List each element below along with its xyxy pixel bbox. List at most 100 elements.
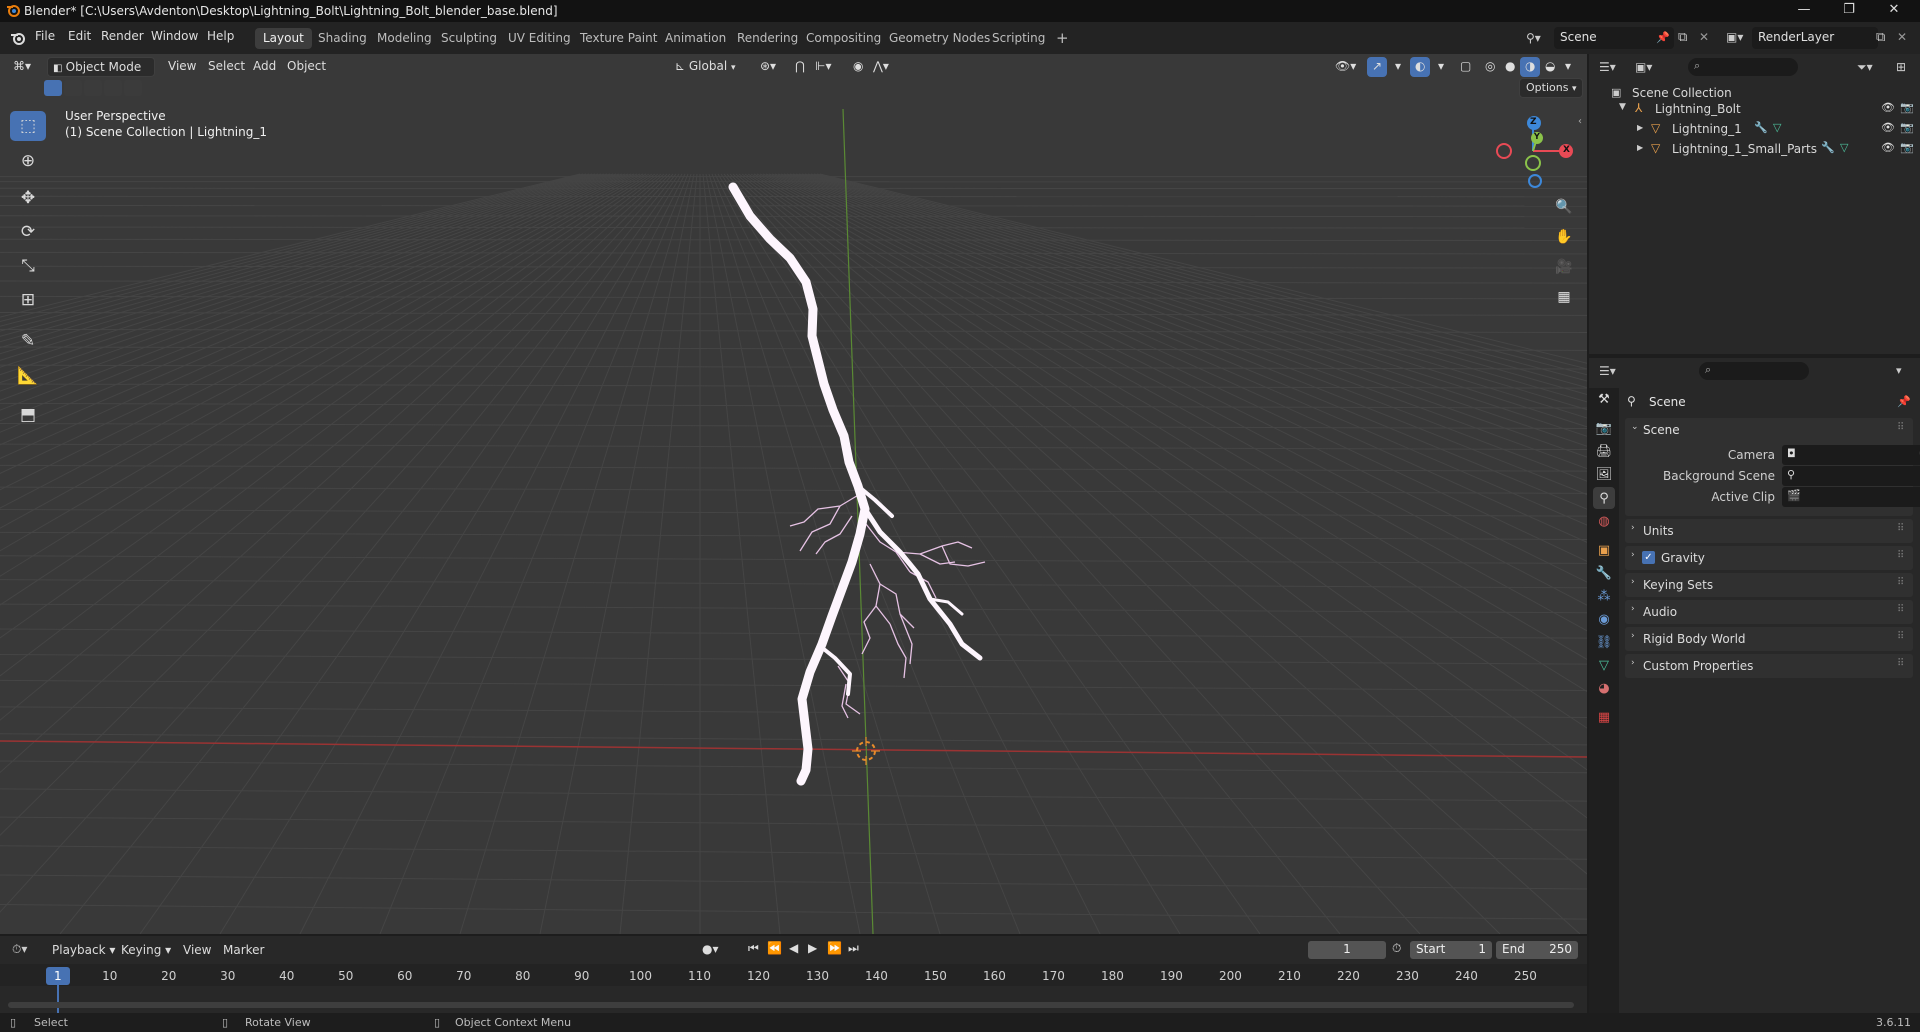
constraints-tab-icon[interactable]: ⛓ xyxy=(1593,631,1615,653)
select-subtract-icon[interactable] xyxy=(84,80,102,96)
tab-sculpting[interactable]: Sculpting xyxy=(433,28,505,49)
pin-scene-icon[interactable]: 📌 xyxy=(1656,31,1670,44)
gizmo-toggle-icon[interactable]: ↗ xyxy=(1367,57,1388,77)
filter-icon[interactable]: ⏷▾ xyxy=(1857,60,1873,75)
record-keyframe-icon[interactable]: ●▾ xyxy=(702,942,719,956)
properties-editor-type-icon[interactable]: ☰▾ xyxy=(1599,364,1616,378)
menu-edit[interactable]: Edit xyxy=(68,29,91,43)
chevron-down-icon[interactable]: ▾ xyxy=(1896,364,1902,377)
delete-renderlayer-icon[interactable]: ✕ xyxy=(1897,30,1907,44)
menu-playback[interactable]: Playback ▾ xyxy=(52,943,115,957)
transform-tool-icon[interactable]: ⊞ xyxy=(10,285,46,315)
proportional-falloff-icon[interactable]: ⋀▾ xyxy=(868,57,894,77)
camera-field[interactable]: ◘ ✒ xyxy=(1782,445,1920,465)
output-tab-icon[interactable]: 🖨 xyxy=(1593,440,1615,462)
keying-sets-panel-header[interactable]: › Keying Sets ⠿ xyxy=(1625,573,1913,597)
gizmo-x-label[interactable]: X xyxy=(1563,145,1570,155)
camera-view-icon[interactable]: 🎥 xyxy=(1551,254,1577,280)
menu-timeline-view[interactable]: View xyxy=(183,943,211,957)
timeline-scrollbar[interactable] xyxy=(8,1002,1574,1008)
renderlayer-selector[interactable]: RenderLayer xyxy=(1752,27,1878,49)
pin-icon[interactable]: 📌 xyxy=(1897,395,1911,408)
new-collection-icon[interactable]: ⊞ xyxy=(1896,60,1906,74)
play-reverse-icon[interactable]: ◀ xyxy=(789,941,798,955)
outliner-editor-type-icon[interactable]: ☰▾ xyxy=(1599,60,1616,74)
shading-wireframe-icon[interactable]: ◎ xyxy=(1480,57,1500,77)
gravity-panel-header[interactable]: › ✓ Gravity ⠿ xyxy=(1625,546,1913,570)
expand-down-icon[interactable]: ⌄ xyxy=(1631,422,1639,432)
tab-scripting[interactable]: Scripting xyxy=(984,28,1053,49)
drag-handle-icon[interactable]: ⠿ xyxy=(1897,631,1904,642)
add-cube-tool-icon[interactable]: ⬒ xyxy=(10,400,46,430)
menu-keying[interactable]: Keying ▾ xyxy=(121,943,171,957)
drag-handle-icon[interactable]: ⠿ xyxy=(1897,658,1904,669)
sidebar-toggle-icon[interactable]: ‹ xyxy=(1578,116,1582,127)
properties-search-input[interactable]: ⌕ xyxy=(1699,362,1809,380)
shading-material-icon[interactable]: ◑ xyxy=(1520,57,1541,77)
proportional-edit-icon[interactable]: ◉ xyxy=(848,57,868,77)
display-mode-icon[interactable]: ▣▾ xyxy=(1635,60,1652,74)
close-button[interactable]: ✕ xyxy=(1880,2,1908,17)
preview-range-icon[interactable]: ⏱ xyxy=(1392,941,1401,956)
select-extend-icon[interactable] xyxy=(64,80,82,96)
rigid-body-world-panel-header[interactable]: › Rigid Body World ⠿ xyxy=(1625,627,1913,651)
selectability-visibility-icon[interactable]: 👁▾ xyxy=(1330,57,1361,77)
renderlayer-type-icon[interactable]: ▣▾ xyxy=(1726,30,1743,44)
minimize-button[interactable]: — xyxy=(1790,2,1818,17)
tab-compositing[interactable]: Compositing xyxy=(798,28,889,49)
physics-tab-icon[interactable]: ◉ xyxy=(1593,608,1615,630)
menu-render[interactable]: Render xyxy=(101,29,144,43)
drag-handle-icon[interactable]: ⠿ xyxy=(1897,577,1904,588)
play-icon[interactable]: ▶ xyxy=(808,941,817,955)
menu-help[interactable]: Help xyxy=(207,29,234,43)
view-layer-tab-icon[interactable]: 🖼 xyxy=(1593,463,1615,485)
select-new-icon[interactable] xyxy=(44,80,62,96)
render-camera-icon[interactable]: 📷 xyxy=(1900,101,1914,114)
visibility-eye-icon[interactable]: 👁 xyxy=(1881,121,1895,134)
object-tab-icon[interactable]: ▣ xyxy=(1593,539,1615,561)
tab-geometry-nodes[interactable]: Geometry Nodes xyxy=(881,28,998,49)
expand-right-icon[interactable]: ▶ xyxy=(1637,143,1643,152)
outliner-search-input[interactable]: ⌕ xyxy=(1688,58,1798,76)
particles-tab-icon[interactable]: ⁂ xyxy=(1593,585,1615,607)
menu-view[interactable]: View xyxy=(163,57,201,77)
material-tab-icon[interactable]: ◕ xyxy=(1593,677,1615,699)
active-clip-field[interactable]: 🎬 xyxy=(1782,487,1920,507)
render-camera-icon[interactable]: 📷 xyxy=(1900,141,1914,154)
tab-uv-editing[interactable]: UV Editing xyxy=(500,28,579,49)
visibility-eye-icon[interactable]: 👁 xyxy=(1881,141,1895,154)
gizmo-y-label[interactable]: Y xyxy=(1534,132,1540,141)
delete-scene-icon[interactable]: ✕ xyxy=(1699,30,1709,44)
gizmo-dropdown-icon[interactable]: ▾ xyxy=(1390,57,1406,77)
maximize-button[interactable]: ❐ xyxy=(1835,2,1863,17)
scene-type-icon[interactable]: ⚲▾ xyxy=(1526,31,1541,45)
tab-layout[interactable]: Layout xyxy=(255,28,312,49)
scale-tool-icon[interactable]: ⤡ xyxy=(10,251,46,281)
jump-start-icon[interactable]: ⏮ xyxy=(748,941,759,956)
visibility-eye-icon[interactable]: 👁 xyxy=(1881,101,1895,114)
menu-select[interactable]: Select xyxy=(203,57,250,77)
new-renderlayer-icon[interactable]: ⧉ xyxy=(1876,30,1885,45)
drag-handle-icon[interactable]: ⠿ xyxy=(1897,523,1904,534)
jump-end-icon[interactable]: ⏭ xyxy=(848,941,859,956)
data-tab-icon[interactable]: ▽ xyxy=(1593,654,1615,676)
move-tool-icon[interactable]: ✥ xyxy=(10,183,46,213)
gravity-checkbox[interactable]: ✓ xyxy=(1642,551,1655,564)
select-invert-icon[interactable] xyxy=(104,80,122,96)
gizmo-z-label[interactable]: Z xyxy=(1530,117,1537,127)
menu-object[interactable]: Object xyxy=(282,57,331,77)
shading-solid-icon[interactable]: ● xyxy=(1500,57,1520,77)
custom-properties-panel-header[interactable]: › Custom Properties ⠿ xyxy=(1625,654,1913,678)
mode-dropdown[interactable]: ◧ Object Mode ▾ xyxy=(47,57,155,88)
drag-handle-icon[interactable]: ⠿ xyxy=(1897,422,1904,433)
snap-target-icon[interactable]: ⊩▾ xyxy=(810,57,836,77)
expand-right-icon[interactable]: ▶ xyxy=(1637,123,1643,132)
rotate-tool-icon[interactable]: ⟳ xyxy=(10,217,46,247)
drag-handle-icon[interactable]: ⠿ xyxy=(1897,550,1904,561)
scene-section-header[interactable]: Scene xyxy=(1643,423,1680,437)
background-scene-field[interactable]: ⚲ xyxy=(1782,466,1920,486)
render-camera-icon[interactable]: 📷 xyxy=(1900,121,1914,134)
options-dropdown[interactable]: Options ▾ xyxy=(1519,78,1584,98)
editor-type-icon[interactable]: ⌘▾ xyxy=(8,57,36,77)
start-frame-field[interactable]: Start 1 xyxy=(1410,941,1492,959)
